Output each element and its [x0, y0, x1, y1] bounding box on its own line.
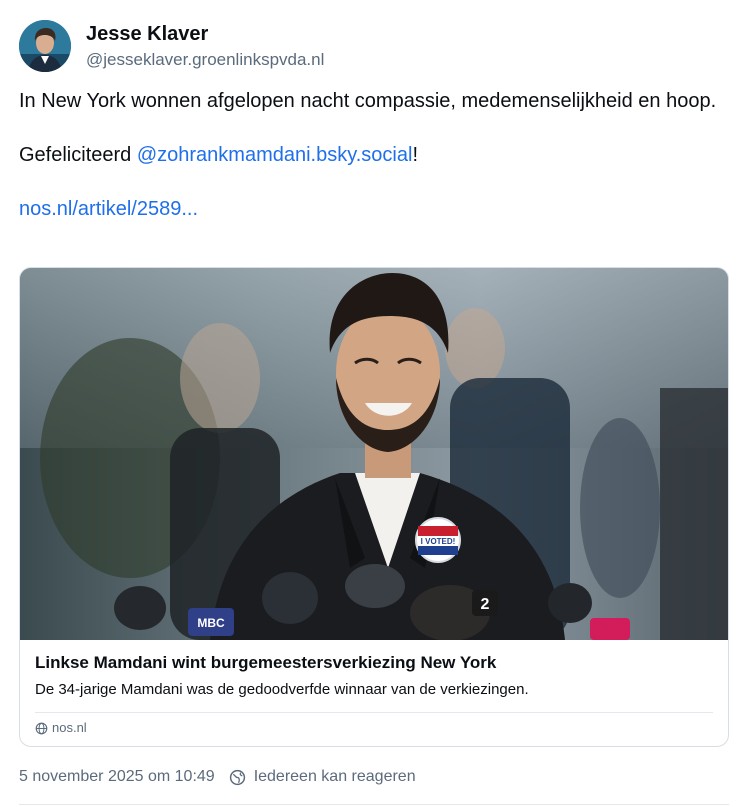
author-display-name[interactable]: Jesse Klaver: [86, 22, 324, 46]
link-card-image: I VOTED! MBC 2: [20, 268, 728, 640]
post-meta: 5 november 2025 om 10:49 Iedereen kan re…: [19, 766, 416, 788]
voted-badge-text: I VOTED!: [421, 537, 456, 546]
mic-logo-mbc: MBC: [197, 616, 225, 630]
avatar[interactable]: [19, 20, 71, 72]
link-card-domain: nos.nl: [35, 719, 713, 737]
article-link[interactable]: nos.nl/artikel/2589...: [19, 198, 198, 220]
author-handle[interactable]: @jesseklaver.groenlinkspvda.nl: [86, 49, 324, 71]
globe-icon: [229, 769, 245, 785]
post-text-congrats: Gefeliciteerd @zohrankmamdani.bsky.socia…: [19, 142, 719, 169]
post-timestamp[interactable]: 5 november 2025 om 10:49: [19, 766, 215, 788]
reply-setting[interactable]: Iedereen kan reageren: [229, 766, 416, 788]
link-card-title: Linkse Mamdani wint burgemeestersverkiez…: [35, 653, 497, 672]
post-author[interactable]: Jesse Klaver @jesseklaver.groenlinkspvda…: [19, 19, 324, 73]
post-text-link-line: nos.nl/artikel/2589...: [19, 196, 719, 223]
post-text-line: In New York wonnen afgelopen nacht compa…: [19, 90, 717, 112]
mic-logo-2: 2: [481, 596, 490, 613]
link-card-description: De 34-jarige Mamdani was de gedoodverfde…: [35, 681, 529, 698]
avatar-image: [19, 20, 71, 72]
link-card[interactable]: I VOTED! MBC 2 Linkse Mamdani wint burge…: [19, 267, 729, 747]
congrats-text: Gefeliciteerd: [19, 144, 137, 166]
author-names: Jesse Klaver @jesseklaver.groenlinkspvda…: [86, 22, 324, 71]
link-card-divider: [35, 712, 713, 713]
congrats-suffix: !: [412, 144, 419, 166]
post-text: In New York wonnen afgelopen nacht compa…: [19, 88, 719, 223]
globe-icon: [35, 722, 48, 734]
mention-link[interactable]: @zohrankmamdani.bsky.social: [137, 144, 413, 166]
reply-setting-label: Iedereen kan reageren: [253, 768, 416, 785]
link-card-domain-text: nos.nl: [52, 720, 87, 735]
link-card-body: Linkse Mamdani wint burgemeestersverkiez…: [20, 640, 728, 737]
post-divider: [19, 804, 729, 805]
post: Jesse Klaver @jesseklaver.groenlinkspvda…: [0, 0, 746, 807]
